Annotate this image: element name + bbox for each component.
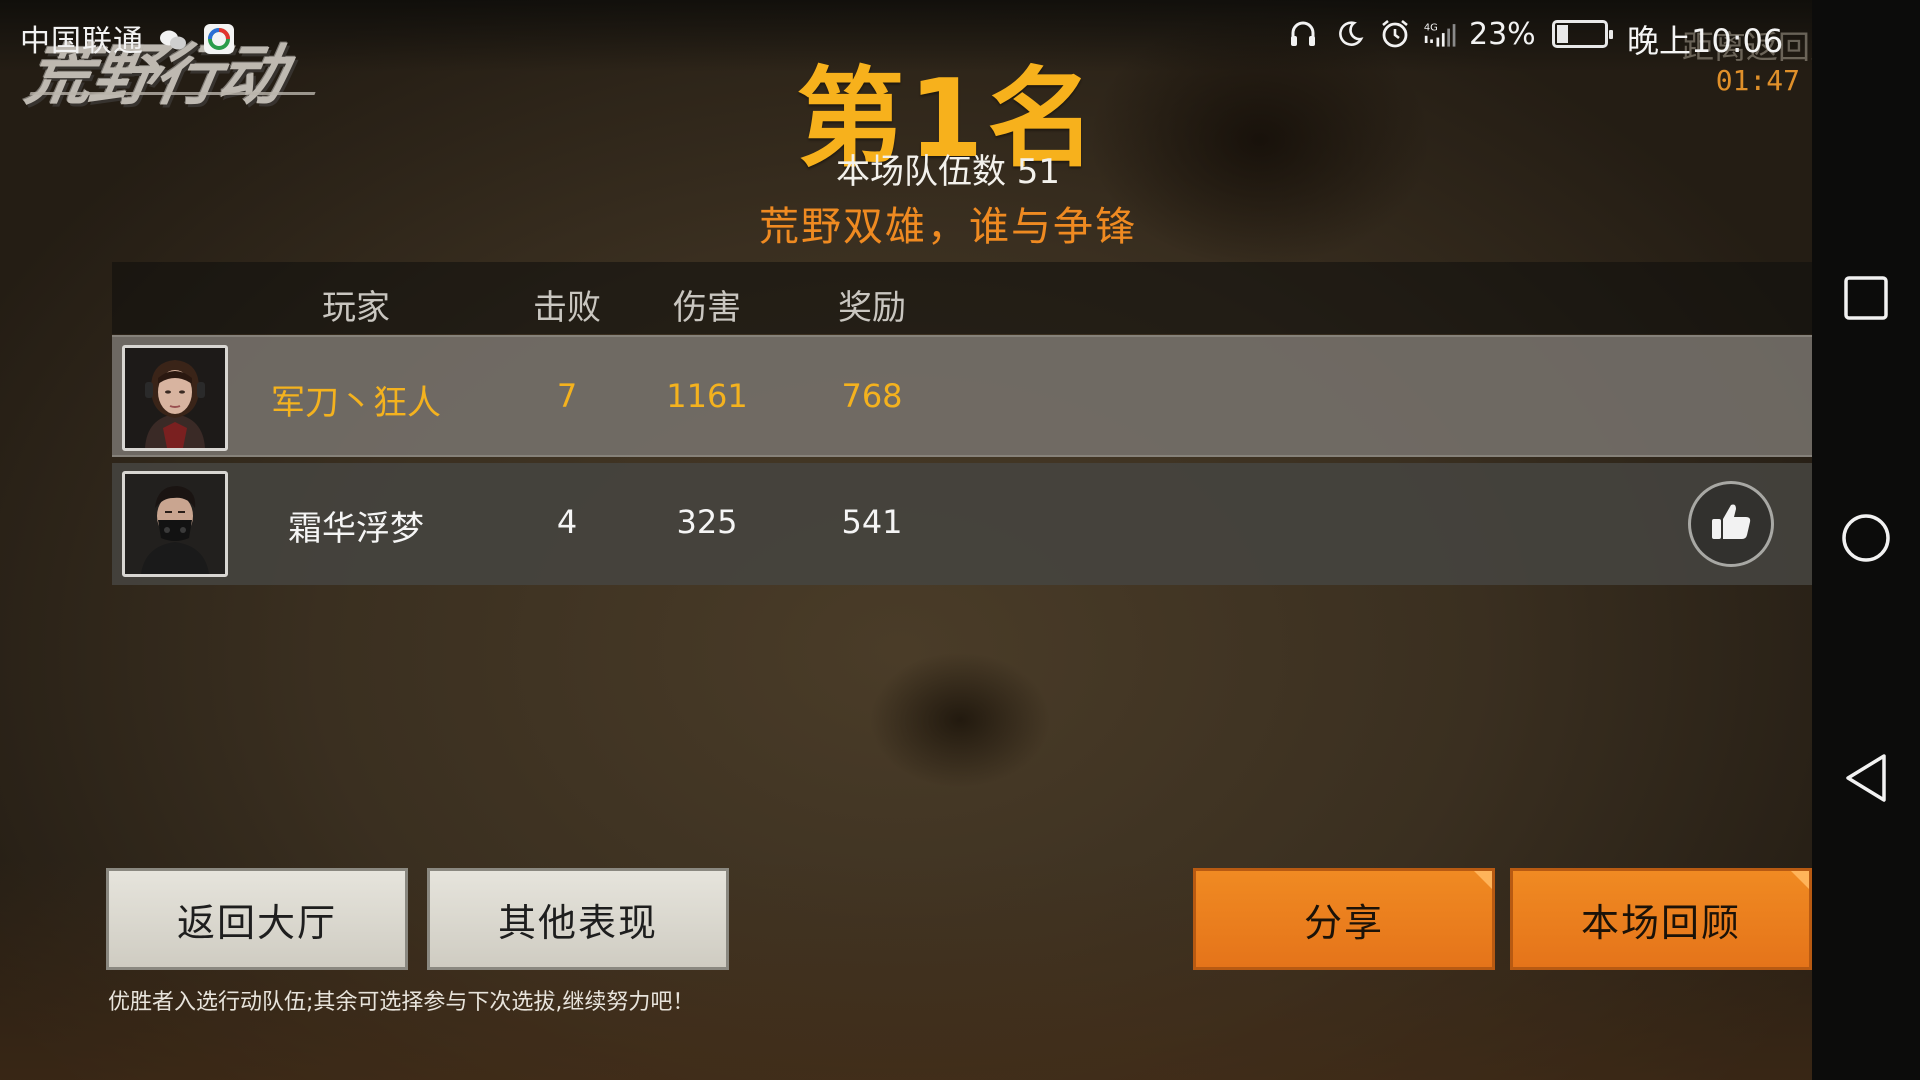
wechat-icon bbox=[159, 25, 187, 60]
player-name: 军刀丶狂人 bbox=[271, 383, 441, 423]
player-damage: 1161 bbox=[666, 377, 748, 415]
player-reward: 768 bbox=[841, 377, 903, 415]
player-reward: 541 bbox=[841, 503, 903, 541]
share-button[interactable]: 分享 bbox=[1193, 868, 1495, 970]
table-row: 军刀丶狂人 7 1161 768 bbox=[112, 335, 1818, 457]
share-button-label: 分享 bbox=[1303, 900, 1384, 945]
back-triangle-icon bbox=[1842, 752, 1890, 808]
logo-underline bbox=[29, 92, 316, 95]
signal-4g-icon: 4G bbox=[1423, 14, 1459, 54]
battery-icon bbox=[1551, 20, 1613, 48]
table-header: 玩家 击败 伤害 奖励 bbox=[112, 262, 1818, 334]
system-nav-bar bbox=[1812, 0, 1920, 1080]
like-button[interactable] bbox=[1688, 481, 1774, 567]
home-button[interactable] bbox=[1812, 495, 1920, 585]
svg-text:4G: 4G bbox=[1424, 22, 1438, 33]
header-reward: 奖励 bbox=[838, 288, 906, 328]
results-table: 玩家 击败 伤害 奖励 军刀丶狂人 7 1161 768 霜华浮梦 4 325 … bbox=[112, 262, 1818, 585]
header-player: 玩家 bbox=[322, 288, 390, 328]
back-button[interactable] bbox=[1812, 735, 1920, 825]
player-avatar[interactable] bbox=[122, 471, 228, 577]
player-avatar[interactable] bbox=[122, 345, 228, 451]
table-row: 霜华浮梦 4 325 541 bbox=[112, 463, 1818, 585]
status-time: 晚上10:06 bbox=[1627, 22, 1784, 60]
recent-apps-button[interactable] bbox=[1812, 255, 1920, 345]
player-kills: 7 bbox=[556, 377, 578, 415]
match-review-button-label: 本场回顾 bbox=[1580, 900, 1741, 945]
square-icon bbox=[1843, 275, 1889, 325]
circle-icon bbox=[1840, 512, 1892, 568]
status-icons: 4G 23% bbox=[1285, 14, 1613, 54]
app-icon bbox=[203, 23, 235, 63]
other-performance-button[interactable]: 其他表现 bbox=[427, 868, 729, 970]
thumbs-up-icon bbox=[1708, 499, 1754, 549]
alarm-icon bbox=[1377, 14, 1413, 54]
battery-percent: 23% bbox=[1469, 16, 1536, 52]
headphones-icon bbox=[1285, 14, 1321, 54]
slogan: 荒野双雄，谁与争锋 bbox=[759, 204, 1137, 250]
return-countdown: 01:47 bbox=[1715, 64, 1800, 97]
match-review-button[interactable]: 本场回顾 bbox=[1510, 868, 1812, 970]
hint-text: 优胜者入选行动队伍;其余可选择参与下次选拔,继续努力吧！ bbox=[108, 990, 695, 1015]
carrier-label: 中国联通 bbox=[20, 16, 235, 63]
carrier-text: 中国联通 bbox=[20, 24, 144, 59]
header-kills: 击败 bbox=[533, 288, 601, 328]
team-count: 本场队伍数 51 bbox=[835, 152, 1061, 192]
header-damage: 伤害 bbox=[673, 288, 741, 328]
player-damage: 325 bbox=[676, 503, 738, 541]
player-name: 霜华浮梦 bbox=[288, 509, 424, 549]
moon-icon bbox=[1331, 14, 1367, 54]
player-kills: 4 bbox=[556, 503, 578, 541]
back-to-hall-button[interactable]: 返回大厅 bbox=[106, 868, 408, 970]
